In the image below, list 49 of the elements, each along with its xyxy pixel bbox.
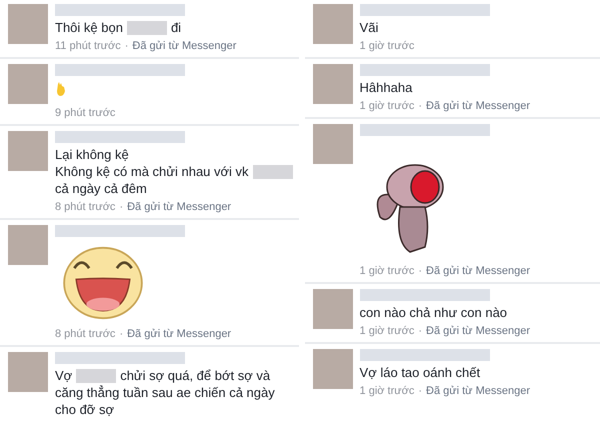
avatar-placeholder bbox=[312, 4, 353, 44]
redacted-block bbox=[126, 20, 167, 34]
avatar-placeholder bbox=[312, 289, 353, 329]
separator-dot: · bbox=[119, 201, 124, 213]
message-text: Thôi kệ bọn bbox=[55, 19, 123, 36]
separator-dot: · bbox=[124, 40, 128, 52]
timestamp: 9 phút trước bbox=[55, 107, 116, 119]
source-label: Đã gửi từ Messenger bbox=[426, 385, 530, 397]
avatar-placeholder bbox=[8, 225, 48, 265]
message-text: Không kệ có mà chửi nhau với vk bbox=[55, 163, 249, 180]
message-text: cho đỡ sợ bbox=[55, 401, 114, 418]
avatar-placeholder bbox=[312, 64, 353, 104]
message-text: căng thẳng tuần sau ae chiến cả ngày bbox=[55, 384, 275, 401]
message-text: Vãi bbox=[360, 19, 378, 36]
message-text: cả ngày cả đêm bbox=[55, 180, 147, 197]
message-text: con nào chả như con nào bbox=[360, 304, 508, 321]
source-label: Đã gửi từ Messenger bbox=[132, 40, 236, 52]
separator-dot: · bbox=[418, 325, 422, 337]
separator-dot: · bbox=[418, 265, 422, 277]
source-label: Đã gửi từ Messenger bbox=[426, 265, 530, 277]
separator-dot: · bbox=[418, 100, 422, 112]
separator-dot: · bbox=[119, 328, 124, 340]
redacted-block bbox=[76, 368, 116, 382]
timestamp: 1 giờ trước bbox=[360, 100, 414, 112]
source-label: Đã gửi từ Messenger bbox=[127, 328, 232, 340]
avatar-placeholder bbox=[8, 352, 48, 392]
avatar-placeholder bbox=[8, 131, 48, 171]
message-text: Hâhhaha bbox=[360, 79, 412, 96]
timestamp: 1 giờ trước bbox=[360, 40, 414, 52]
avatar-placeholder bbox=[8, 64, 48, 104]
avatar-placeholder bbox=[312, 349, 353, 389]
timestamp: 8 phút trước bbox=[55, 328, 116, 340]
source-label: Đã gửi từ Messenger bbox=[426, 100, 530, 112]
message-text: chửi sợ quá, để bớt sợ và bbox=[120, 367, 270, 384]
redacted-block bbox=[252, 164, 293, 178]
avatar-placeholder bbox=[8, 4, 48, 44]
timestamp: 1 giờ trước bbox=[360, 325, 414, 337]
avatar-placeholder bbox=[312, 124, 353, 164]
timestamp: 1 giờ trước bbox=[360, 265, 414, 277]
source-label: Đã gửi từ Messenger bbox=[127, 201, 232, 213]
message-text: Vợ bbox=[55, 367, 72, 384]
timestamp: 8 phút trước bbox=[55, 201, 116, 213]
message-text: đi bbox=[170, 19, 182, 36]
timestamp: 11 phút trước bbox=[55, 40, 121, 52]
separator-dot: · bbox=[418, 385, 422, 397]
timestamp: 1 giờ trước bbox=[360, 385, 414, 397]
source-label: Đã gửi từ Messenger bbox=[426, 325, 530, 337]
message-text: Vợ láo tao oánh chết bbox=[360, 364, 480, 381]
message-text: Lại không kệ bbox=[55, 146, 129, 163]
